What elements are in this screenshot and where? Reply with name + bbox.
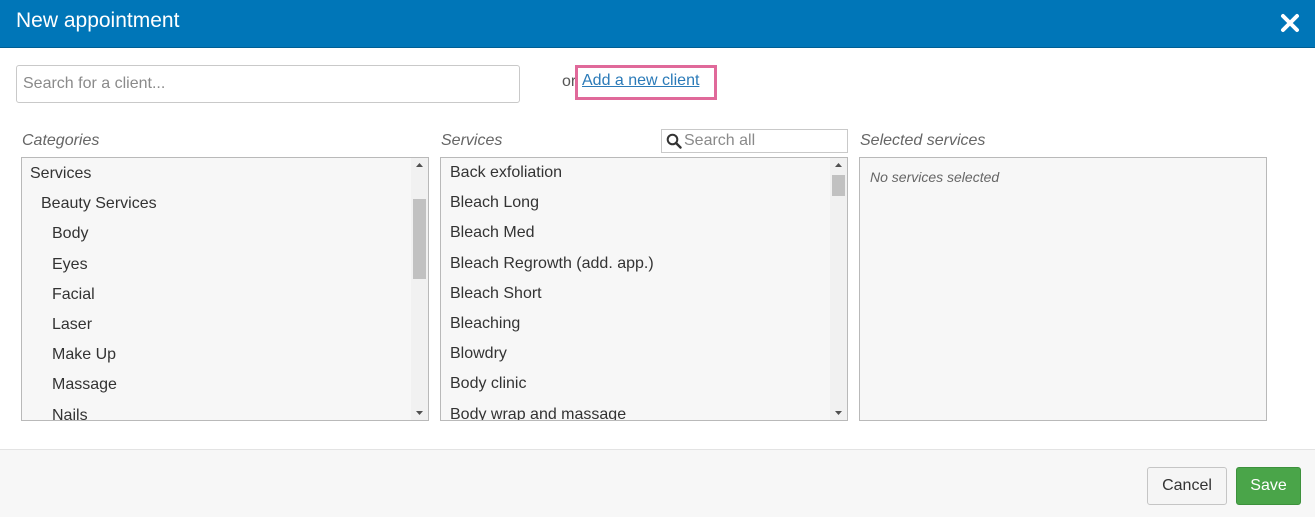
service-item[interactable]: Bleach Short [441, 279, 830, 309]
service-item[interactable]: Blowdry [441, 339, 830, 369]
service-item[interactable]: Body wrap and massage [441, 400, 830, 421]
categories-scrollbar[interactable] [411, 158, 428, 420]
save-button[interactable]: Save [1236, 467, 1301, 505]
selected-services-panel: No services selected [859, 157, 1267, 421]
services-label: Services [441, 132, 503, 149]
add-new-client-link[interactable]: Add a new client [582, 72, 699, 90]
category-item[interactable]: Nails [22, 401, 411, 421]
dialog-title: New appointment [16, 9, 180, 32]
selected-services-label: Selected services [860, 132, 986, 149]
category-item[interactable]: Beauty Services [22, 189, 411, 219]
dialog-footer: Cancel Save [0, 449, 1315, 517]
services-list: Back exfoliation Bleach Long Bleach Med Ble… [440, 157, 848, 421]
scroll-up-arrow-icon[interactable] [830, 158, 847, 172]
services-items: Back exfoliation Bleach Long Bleach Med Ble… [441, 158, 830, 420]
scroll-down-arrow-icon[interactable] [830, 406, 847, 420]
service-item[interactable]: Bleach Regrowth (add. app.) [441, 249, 830, 279]
categories-label: Categories [22, 132, 100, 149]
services-scroll-thumb[interactable] [832, 175, 845, 196]
category-item[interactable]: Services [22, 159, 411, 189]
service-item[interactable]: Bleach Long [441, 188, 830, 218]
category-item[interactable]: Facial [22, 280, 411, 310]
scroll-down-arrow-icon[interactable] [411, 406, 428, 420]
service-item[interactable]: Bleaching [441, 309, 830, 339]
category-item[interactable]: Body [22, 219, 411, 249]
dialog-header: New appointment [0, 0, 1315, 48]
categories-items: Services Beauty Services Body Eyes Facial Las… [22, 159, 411, 420]
client-search-input[interactable] [16, 65, 520, 103]
service-search [661, 129, 848, 153]
categories-scroll-thumb[interactable] [413, 199, 426, 279]
category-item[interactable]: Massage [22, 370, 411, 400]
scroll-up-arrow-icon[interactable] [411, 158, 428, 172]
category-item[interactable]: Laser [22, 310, 411, 340]
close-icon[interactable] [1279, 12, 1301, 34]
service-item[interactable]: Body clinic [441, 369, 830, 399]
service-item[interactable]: Bleach Med [441, 218, 830, 248]
no-services-message: No services selected [870, 169, 1000, 185]
category-item[interactable]: Make Up [22, 340, 411, 370]
service-item[interactable]: Back exfoliation [441, 158, 830, 188]
cancel-button[interactable]: Cancel [1147, 467, 1227, 505]
category-item[interactable]: Eyes [22, 250, 411, 280]
categories-list: Services Beauty Services Body Eyes Facial Las… [21, 157, 429, 421]
search-all-input[interactable] [684, 131, 844, 151]
services-scrollbar[interactable] [830, 158, 847, 420]
search-icon [666, 133, 682, 149]
